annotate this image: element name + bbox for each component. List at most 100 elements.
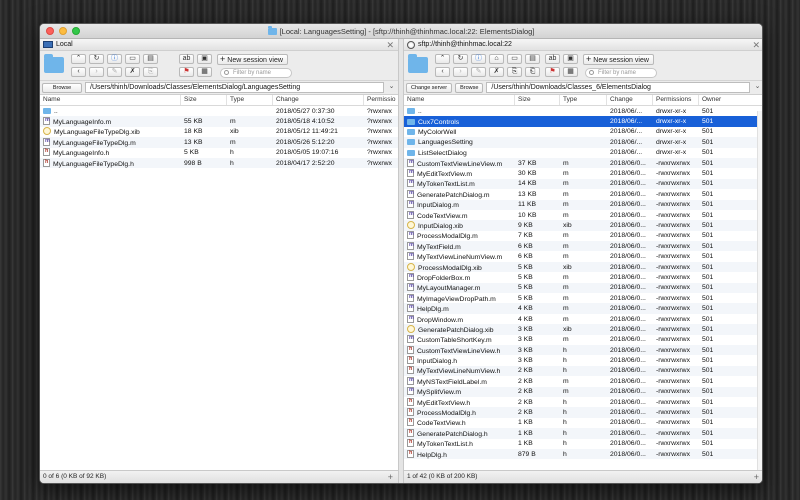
table-row[interactable]: m MyTextViewLineNumView.m 6 KB m 2018/06/0..… (404, 251, 762, 261)
table-row[interactable]: MyLanguageFileTypeDlg.xib 18 KB xib 2018/05… (40, 127, 398, 137)
table-row[interactable]: h MyTextViewLineNumView.h 2 KB h 2018/06/0..… (404, 365, 762, 377)
minimize-window-button[interactable] (59, 27, 67, 35)
table-row[interactable]: m ProcessModalDlg.m 7 KB m 2018/06/0... -rwxr… (404, 231, 762, 241)
col-name[interactable]: Name (40, 95, 181, 105)
preview-button[interactable]: ▦ (563, 67, 578, 77)
table-row[interactable]: m HelpDlg.m 4 KB m 2018/06/0... -rwxrwxrwx 501 (404, 303, 762, 314)
flag-button[interactable]: ⚑ (545, 67, 560, 77)
table-row[interactable]: h MyLanguageFileTypeDlg.h 998 Bh 2018/04/17… (40, 157, 398, 169)
table-row[interactable]: h HelpDlg.h 879 Bh 2018/06/0... -rwxrwxrwx 50… (404, 448, 762, 460)
table-row[interactable]: m InputDialog.m 11 KB m 2018/06/0... -rwxrwxr… (404, 199, 762, 210)
remote-scrollbar[interactable] (757, 111, 762, 470)
col-size[interactable]: Size (515, 95, 560, 105)
table-row[interactable]: m CustomTableShortKey.m 3 KB m 2018/06/0... -… (404, 335, 762, 345)
local-path-field[interactable]: /Users/thinh/Downloads/Classes/ElementsD… (85, 82, 384, 93)
remote-path-field[interactable]: /Users/thinh/Downloads/Classes_6/Element… (486, 82, 750, 93)
refresh-button[interactable]: ↻ (89, 54, 104, 64)
table-row[interactable]: ListSelectDialog 2018/06/... drwxr-xr-x 501 (404, 148, 762, 158)
table-row[interactable]: h MyLanguageInfo.h 5 KB h 2018/05/05 19:07:1… (40, 148, 398, 158)
table-row[interactable]: m MyLanguageFileTypeDlg.m 13 KB m 2018/05/26… (40, 137, 398, 148)
table-row[interactable]: m MyTextField.m 6 KB m 2018/06/0... -rwxrwxrw… (404, 241, 762, 252)
table-row[interactable]: m MyTokenTextList.m 14 KB m 2018/06/0... -rwx… (404, 178, 762, 190)
col-permissions[interactable]: Permissio (364, 95, 398, 105)
table-row[interactable]: m DropFolderBox.m 5 KB m 2018/06/0... -rwxrwx… (404, 272, 762, 282)
terminal-button[interactable]: ▣ (563, 54, 578, 64)
table-row[interactable]: h GeneratePatchDialog.h 1 KB h 2018/06/0... -… (404, 428, 762, 439)
copy-button[interactable]: ⎘ (507, 67, 522, 77)
delete-button[interactable]: ✗ (125, 67, 140, 77)
edit-button[interactable]: ✎ (107, 67, 122, 77)
rename-button[interactable]: ab (179, 54, 194, 64)
archive-button[interactable]: ▤ (143, 54, 158, 64)
terminal-button[interactable]: ▣ (197, 54, 212, 64)
close-window-button[interactable] (46, 27, 54, 35)
browse-button[interactable]: Browse (455, 82, 484, 93)
table-row[interactable]: m CustomTextViewLineView.m 37 KB m 2018/06/0… (404, 157, 762, 169)
close-pane-icon[interactable]: ✕ (752, 40, 760, 51)
flag-button[interactable]: ⚑ (179, 67, 194, 77)
edit-button[interactable]: ✎ (471, 67, 486, 77)
table-row[interactable]: m MySplitView.m 2 KB m 2018/06/0... -rwxrwxrw… (404, 386, 762, 397)
zoom-window-button[interactable] (72, 27, 80, 35)
chevron-down-icon[interactable]: ⌄ (387, 82, 396, 93)
col-type[interactable]: Type (227, 95, 273, 105)
delete-button[interactable]: ✗ (489, 67, 504, 77)
table-row[interactable]: m DropWindow.m 4 KB m 2018/06/0... -rwxrwxrwx… (404, 314, 762, 324)
table-row[interactable]: MyColorWell 2018/06/... drwxr-xr-x 501 (404, 127, 762, 137)
table-row[interactable]: h MyEditTextView.h 2 KB h 2018/06/0... -rwxrw… (404, 397, 762, 407)
table-row[interactable]: m MyNSTextFieldLabel.m 2 KB m 2018/06/0... -r… (404, 376, 762, 386)
forward-button[interactable]: › (89, 67, 104, 77)
table-row[interactable]: h CodeTextView.h 1 KB h 2018/06/0... -rwxrwxr… (404, 418, 762, 428)
table-row[interactable]: m MyImageViewDropPath.m 5 KB m 2018/06/0... -… (404, 293, 762, 303)
table-row[interactable]: InputDialog.xib 9 KB xib 2018/06/0... -rwxrw… (404, 220, 762, 231)
copy-button[interactable]: ⎘ (143, 67, 158, 77)
add-icon[interactable]: + (388, 471, 393, 483)
table-row[interactable]: h MyTokenTextList.h 1 KB h 2018/06/0... -rwxr… (404, 439, 762, 449)
refresh-button[interactable]: ↻ (453, 54, 468, 64)
table-row[interactable]: h InputDialog.h 3 KB h 2018/06/0... -rwxrwxrw… (404, 355, 762, 365)
table-row[interactable]: m MyEditTextView.m 30 KB m 2018/06/0... -rwxr… (404, 168, 762, 178)
archive-button[interactable]: ▤ (525, 54, 540, 64)
tag-button[interactable]: ⌂ (489, 54, 504, 64)
col-name[interactable]: Name (404, 95, 515, 105)
back-button[interactable]: ‹ (435, 67, 450, 77)
change-server-button[interactable]: Change server (406, 82, 453, 93)
info-button[interactable]: ⓘ (107, 54, 122, 64)
rename-button[interactable]: ab (545, 54, 560, 64)
info-button[interactable]: ⓘ (471, 54, 486, 64)
table-row[interactable]: h ProcessModalDlg.h 2 KB h 2018/06/0... -rwxr… (404, 407, 762, 418)
table-row[interactable]: m MyLanguageInfo.m 55 KB m 2018/05/18 4:10:5… (40, 116, 398, 127)
up-button[interactable]: ⌃ (435, 54, 450, 64)
table-row[interactable]: m MyLayoutManager.m 5 KB m 2018/06/0... -rwxr… (404, 282, 762, 294)
preview-button[interactable]: ▦ (197, 67, 212, 77)
up-button[interactable]: ⌃ (71, 54, 86, 64)
col-change[interactable]: Change (273, 95, 364, 105)
table-row[interactable]: Cux7Controls 2018/06/... drwxr-xr-x 501 (404, 116, 762, 127)
new-file-button[interactable]: ▭ (507, 54, 522, 64)
add-icon[interactable]: + (754, 471, 759, 483)
browse-button[interactable]: Browse (42, 82, 82, 93)
table-row[interactable]: m GeneratePatchDialog.m 13 KB m 2018/06/0...… (404, 189, 762, 199)
back-button[interactable]: ‹ (71, 67, 86, 77)
forward-button[interactable]: › (453, 67, 468, 77)
table-row[interactable]: GeneratePatchDialog.xib 3 KB xib 2018/06/0.… (404, 324, 762, 335)
table-row[interactable]: h CustomTextViewLineView.h 3 KB h 2018/06/0.… (404, 344, 762, 356)
filter-input[interactable]: Filter by name (220, 68, 292, 78)
col-size[interactable]: Size (181, 95, 227, 105)
col-owner[interactable]: Owner (699, 95, 757, 105)
paste-button[interactable]: ⎗ (525, 67, 540, 77)
hdd-button[interactable]: ▭ (125, 54, 140, 64)
table-row[interactable]: .. 2018/05/27 0:37:30 ?rwxrwx (40, 106, 398, 116)
filter-input[interactable]: Filter by name (585, 68, 657, 78)
col-type[interactable]: Type (560, 95, 607, 105)
new-session-button[interactable]: + New session view (217, 54, 288, 65)
close-pane-icon[interactable]: ✕ (386, 40, 394, 51)
new-session-button[interactable]: + New session view (583, 54, 654, 65)
table-row[interactable]: m CodeTextView.m 10 KB m 2018/06/0... -rwxrwx… (404, 210, 762, 220)
col-permissions[interactable]: Permissions (653, 95, 699, 105)
chevron-down-icon[interactable]: ⌄ (753, 82, 762, 93)
table-row[interactable]: ProcessModalDlg.xib 5 KB xib 2018/06/0... -r… (404, 261, 762, 273)
table-row[interactable]: LanguagesSetting 2018/06/... drwxr-xr-x 501 (404, 137, 762, 148)
table-row[interactable]: .. 2018/06/... drwxr-xr-x 501 (404, 106, 762, 116)
col-change[interactable]: Change (607, 95, 653, 105)
